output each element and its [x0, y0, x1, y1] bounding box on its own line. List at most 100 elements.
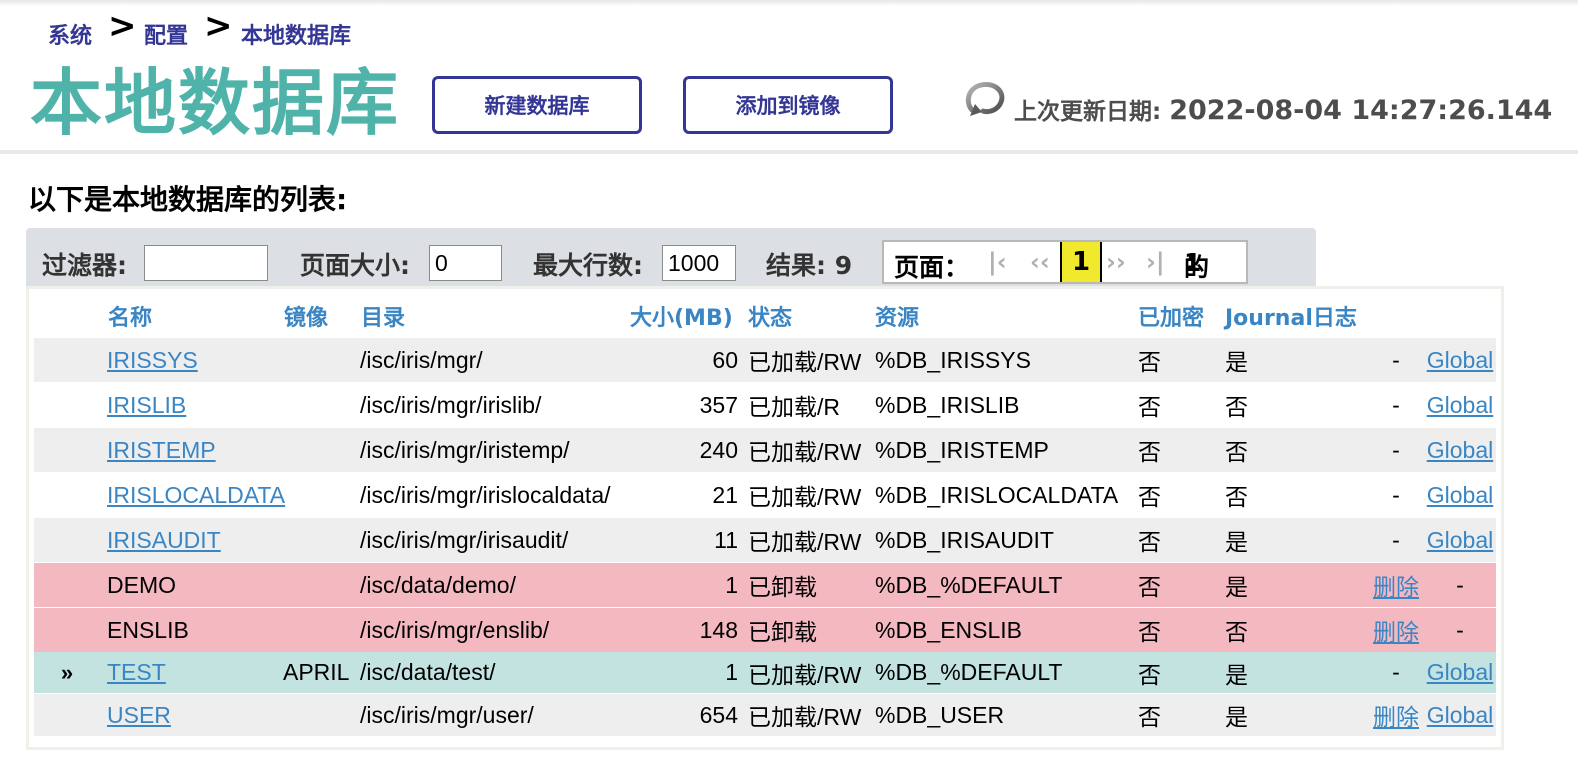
- mirror-cell-column-cell: [283, 518, 355, 562]
- delete-column-cell: -: [1372, 383, 1420, 427]
- directory-cell-column-cell: /isc/iris/mgr/iristemp/: [360, 428, 628, 472]
- delete-column-cell: 删除: [1372, 694, 1420, 736]
- journal-cell: 是: [1225, 661, 1248, 688]
- size-cell: 1: [725, 571, 738, 598]
- delete-link: -: [1392, 436, 1400, 463]
- filter-bar: 过滤器: 页面大小: 最大行数: 结果: 9 页面： |‹ ‹‹ 1 ›› ›|…: [26, 228, 1316, 286]
- delete-link[interactable]: 删除: [1373, 613, 1419, 647]
- delete-column-cell: -: [1372, 428, 1420, 472]
- column-header-directory[interactable]: 目录: [361, 300, 405, 332]
- database-name-link[interactable]: IRISLOCALDATA: [107, 482, 285, 509]
- first-page-icon[interactable]: |‹: [988, 248, 1007, 276]
- database-name-link[interactable]: TEST: [107, 659, 166, 686]
- global-column-cell: Global: [1425, 694, 1495, 736]
- encrypted-cell-column-cell: 否: [1138, 563, 1222, 607]
- table-row[interactable]: » TEST APRIL/isc/data/test/1 已加载/RW %DB_%DEF…: [34, 652, 1496, 693]
- table-row[interactable]: IRISSYS/isc/iris/mgr/60 已加载/RW %DB_IRISSYS…: [34, 338, 1496, 382]
- database-name-link[interactable]: IRISTEMP: [107, 437, 216, 464]
- column-header-size[interactable]: 大小(MB): [630, 300, 733, 332]
- database-name-column-cell: IRISTEMP: [107, 428, 279, 472]
- directory-cell-column-cell: /isc/iris/mgr/irislocaldata/: [360, 473, 628, 517]
- mirror-cell: APRIL: [283, 659, 350, 685]
- resource-cell-column-cell: %DB_IRISLOCALDATA: [875, 473, 1135, 517]
- size-cell-column-cell: 654: [630, 694, 738, 736]
- size-cell: 1: [725, 659, 738, 685]
- global-link[interactable]: Global: [1427, 347, 1493, 374]
- current-page[interactable]: 1: [1060, 242, 1102, 282]
- delete-link[interactable]: 删除: [1373, 698, 1419, 732]
- page-title: 本地数据库: [30, 61, 401, 145]
- encrypted-cell: 否: [1138, 574, 1161, 600]
- row-marker-column-cell: [34, 694, 100, 736]
- status-cell-column-cell: 已加载/RW: [748, 652, 872, 693]
- global-link[interactable]: Global: [1427, 527, 1493, 554]
- journal-cell-column-cell: 是: [1225, 563, 1369, 607]
- breadcrumb-current: 本地数据库: [241, 24, 352, 49]
- encrypted-cell-column-cell: 否: [1138, 473, 1222, 517]
- delete-column-cell: -: [1372, 518, 1420, 562]
- column-header-mirror[interactable]: 镜像: [284, 300, 328, 332]
- pager-label: 页面：: [894, 253, 970, 282]
- next-page-icon[interactable]: ››: [1106, 248, 1126, 276]
- global-link[interactable]: Global: [1427, 392, 1493, 419]
- database-name-link[interactable]: IRISAUDIT: [107, 527, 221, 554]
- column-header-status[interactable]: 状态: [748, 300, 792, 332]
- journal-cell: 是: [1225, 349, 1248, 375]
- results-count: 9: [834, 251, 853, 280]
- pager: 页面： |‹ ‹‹ 1 ›› ›| 的 1: [882, 240, 1248, 284]
- table-row[interactable]: IRISAUDIT/isc/iris/mgr/irisaudit/11 已加载/R…: [34, 518, 1496, 562]
- results-label: 结果: 9: [766, 246, 852, 282]
- column-header-resource[interactable]: 资源: [875, 300, 919, 332]
- journal-cell-column-cell: 否: [1225, 428, 1369, 472]
- resource-cell: %DB_IRISSYS: [875, 346, 1031, 373]
- table-row[interactable]: IRISLIB/isc/iris/mgr/irislib/357 已加载/R %DB…: [34, 383, 1496, 427]
- mirror-cell-column-cell: [283, 473, 355, 517]
- table-row[interactable]: DEMO/isc/data/demo/1 已卸载 %DB_%DEFAULT 否 是 删除 -: [34, 563, 1496, 607]
- table-row[interactable]: IRISLOCALDATA/isc/iris/mgr/irislocaldata…: [34, 473, 1496, 517]
- column-header-journal[interactable]: Journal日志: [1225, 300, 1357, 332]
- mirror-cell-column-cell: APRIL: [283, 652, 355, 693]
- breadcrumb-separator: >: [204, 6, 233, 46]
- global-link[interactable]: Global: [1427, 482, 1493, 509]
- database-name-link[interactable]: IRISLIB: [107, 392, 186, 419]
- delete-link: -: [1392, 526, 1400, 553]
- database-name-column-cell: ENSLIB: [107, 608, 279, 652]
- refresh-icon[interactable]: [964, 80, 1008, 120]
- max-rows-input[interactable]: [662, 245, 736, 281]
- directory-cell: /isc/data/demo/: [360, 571, 516, 598]
- prev-page-icon[interactable]: ‹‹: [1030, 248, 1050, 276]
- new-database-button[interactable]: 新建数据库: [432, 76, 642, 134]
- table-row[interactable]: IRISTEMP/isc/iris/mgr/iristemp/240 已加载/RW…: [34, 428, 1496, 472]
- encrypted-cell: 否: [1138, 484, 1161, 510]
- size-cell-column-cell: 1: [630, 652, 738, 693]
- row-marker-column-cell: [34, 518, 100, 562]
- table-row[interactable]: USER/isc/iris/mgr/user/654 已加载/RW %DB_USER…: [34, 694, 1496, 736]
- table-row[interactable]: ENSLIB/isc/iris/mgr/enslib/148 已卸载 %DB_ENS…: [34, 608, 1496, 652]
- delete-link[interactable]: 删除: [1373, 568, 1419, 602]
- resource-cell-column-cell: %DB_IRISSYS: [875, 338, 1135, 382]
- column-header-encrypted[interactable]: 已加密: [1138, 300, 1204, 332]
- breadcrumb-config[interactable]: 配置: [144, 18, 188, 50]
- global-link[interactable]: Global: [1427, 702, 1493, 729]
- page-size-input[interactable]: [429, 245, 502, 281]
- database-name-link[interactable]: USER: [107, 702, 171, 729]
- resource-cell: %DB_IRISAUDIT: [875, 526, 1054, 553]
- size-cell-column-cell: 1: [630, 563, 738, 607]
- row-marker-column-cell: [34, 608, 100, 652]
- filter-input[interactable]: [144, 245, 268, 281]
- size-cell-column-cell: 60: [630, 338, 738, 382]
- last-page-icon[interactable]: ›|: [1146, 248, 1165, 276]
- row-marker-column-cell: [34, 428, 100, 472]
- delete-link: -: [1392, 481, 1400, 508]
- database-name-link: ENSLIB: [107, 616, 189, 643]
- delete-link: -: [1392, 659, 1400, 685]
- database-name-link[interactable]: IRISSYS: [107, 347, 198, 374]
- add-to-mirror-button[interactable]: 添加到镜像: [683, 76, 893, 134]
- size-cell-column-cell: 357: [630, 383, 738, 427]
- global-link[interactable]: Global: [1427, 437, 1493, 464]
- status-cell-column-cell: 已加载/RW: [748, 473, 872, 517]
- directory-cell: /isc/iris/mgr/irislib/: [360, 391, 542, 418]
- breadcrumb-system[interactable]: 系统: [48, 18, 92, 50]
- global-link[interactable]: Global: [1427, 659, 1493, 686]
- column-header-name[interactable]: 名称: [108, 300, 152, 332]
